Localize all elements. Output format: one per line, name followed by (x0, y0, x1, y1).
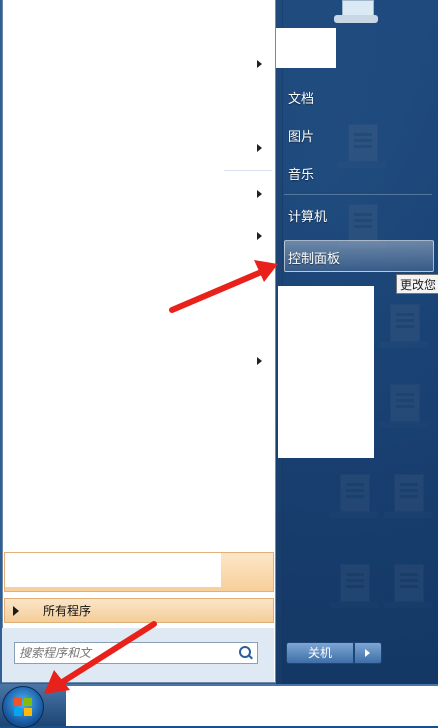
redacted-area (276, 28, 336, 68)
submenu-arrow-icon[interactable] (257, 190, 262, 198)
divider (284, 194, 432, 195)
tooltip: 更改您 (396, 274, 438, 294)
shutdown-button[interactable]: 关机 (286, 642, 354, 664)
shutdown-options-arrow-icon[interactable] (354, 642, 382, 664)
redacted-area (278, 286, 374, 458)
windows-logo-icon (14, 698, 32, 716)
red-arrow-annotation (169, 260, 278, 313)
right-item-control-panel[interactable]: 控制面板 (288, 248, 340, 267)
submenu-arrow-icon[interactable] (257, 144, 262, 152)
right-item-computer[interactable]: 计算机 (288, 206, 327, 225)
red-arrow-annotation (44, 621, 157, 694)
submenu-arrow-icon[interactable] (257, 60, 262, 68)
user-picture-icon[interactable] (330, 0, 382, 24)
submenu-arrow-icon[interactable] (257, 232, 262, 240)
triangle-right-icon (13, 605, 19, 616)
submenu-arrow-icon[interactable] (257, 357, 262, 365)
right-item-documents[interactable]: 文档 (288, 88, 314, 107)
recent-program-item[interactable] (4, 552, 274, 592)
right-item-music[interactable]: 音乐 (288, 164, 314, 183)
search-icon[interactable] (237, 645, 253, 661)
right-item-pictures[interactable]: 图片 (288, 126, 314, 145)
divider (224, 170, 272, 171)
